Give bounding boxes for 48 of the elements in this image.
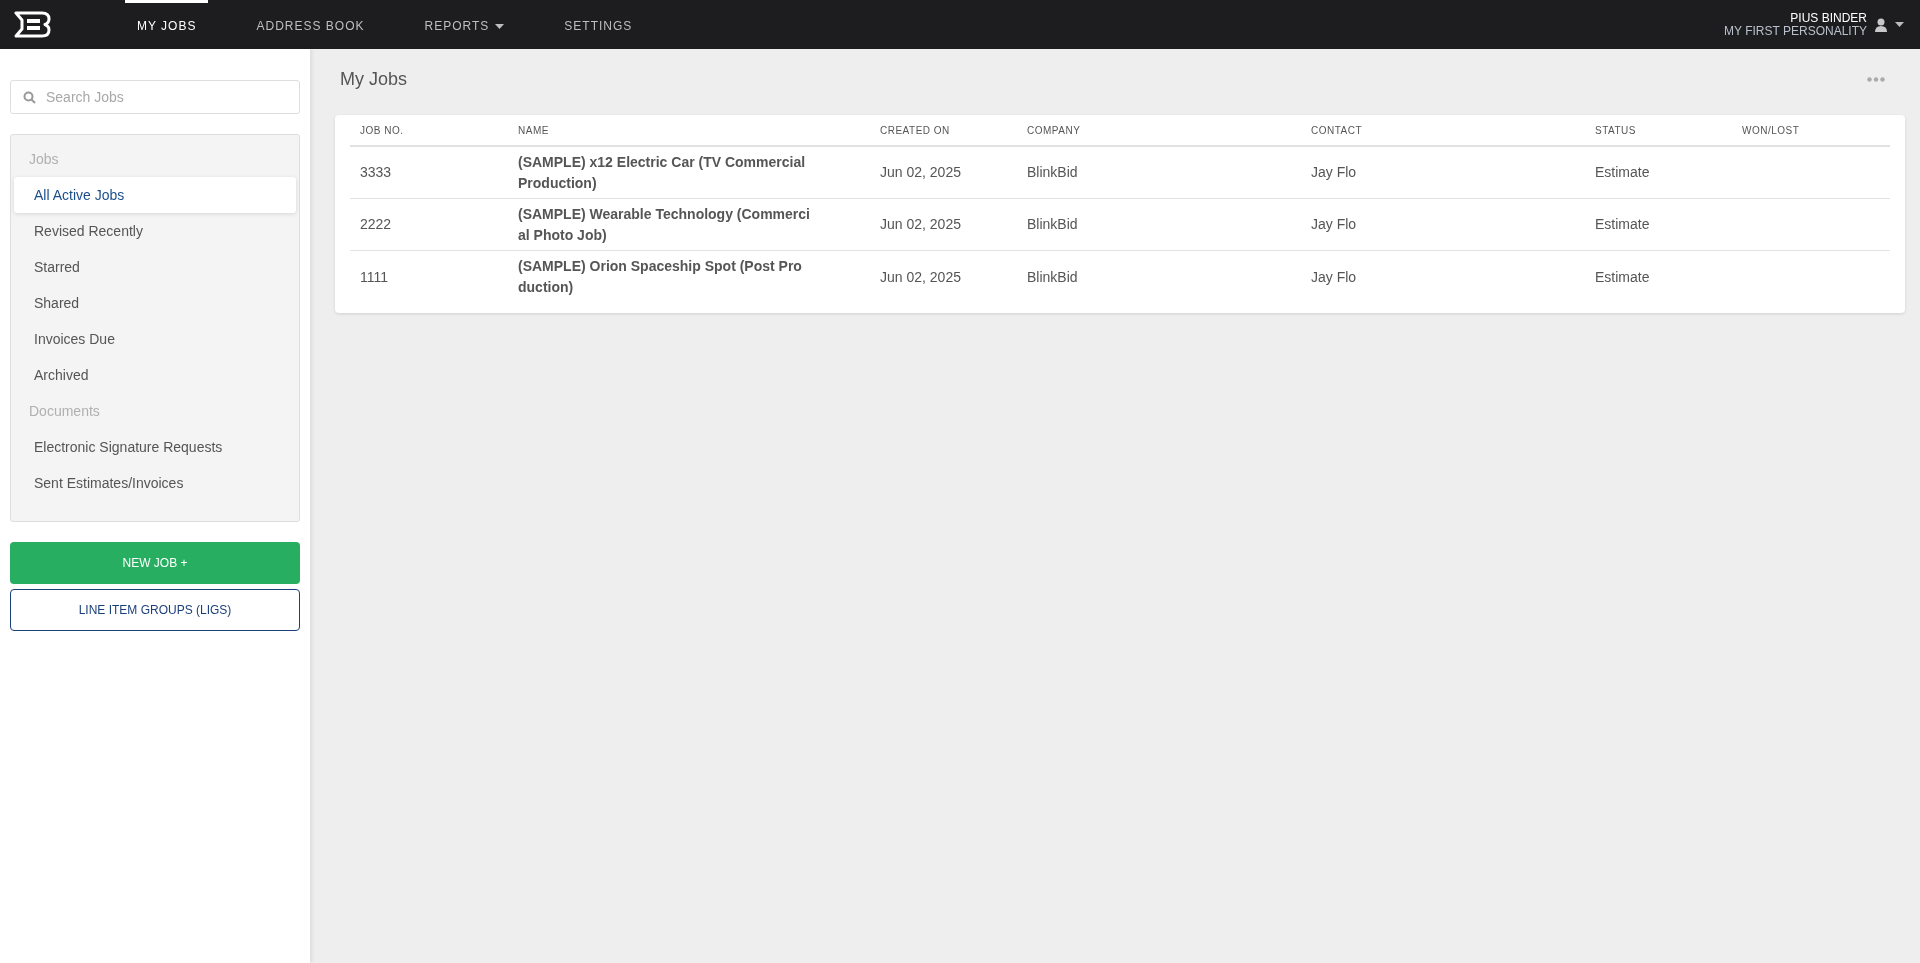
job-name-cell-text: (SAMPLE) Wearable Technology (Commercial Photo Job)	[518, 204, 810, 245]
nav-tab[interactable]: SETTINGS	[552, 0, 645, 49]
caret-icon[interactable]	[1895, 22, 1904, 27]
sidebar-item[interactable]: Starred	[14, 249, 296, 285]
caret-icon	[495, 23, 505, 29]
section-heading: Jobs	[28, 149, 60, 169]
column-header: COMPANY	[1027, 123, 1082, 138]
section-heading: Documents	[28, 401, 101, 421]
sidebar-item[interactable]: Electronic Signature Requests	[14, 429, 296, 465]
table-cell-text: 3333	[359, 163, 393, 182]
sidebar-item[interactable]: Sent Estimates/Invoices	[14, 465, 296, 501]
nav-tab[interactable]: ADDRESS BOOK	[244, 0, 377, 49]
search-field[interactable]: Search Jobs	[10, 80, 300, 114]
user-icon[interactable]	[1875, 17, 1887, 32]
table-cell-text: 2222	[359, 215, 393, 234]
column-header: NAME	[518, 123, 550, 138]
table-cell-text: Jay Flo	[1311, 267, 1358, 287]
sidebar-item[interactable]: Shared	[14, 285, 296, 321]
line-item-groups-button[interactable]: LINE ITEM GROUPS (LIGS)	[10, 589, 300, 631]
column-header: CONTACT	[1311, 123, 1364, 138]
table-cell-text: 1111	[359, 267, 390, 287]
table-cell-text: Jay Flo	[1311, 163, 1358, 182]
job-name-cell-text: (SAMPLE) Orion Spaceship Spot (Post Production)	[518, 257, 803, 297]
column-header: CREATED ON	[880, 123, 951, 138]
table-cell-text: Jun 02, 2025	[880, 215, 962, 234]
table-cell-text: Estimate	[1595, 163, 1651, 182]
table-cell-text: Jay Flo	[1311, 215, 1358, 234]
personality-name: MY FIRST PERSONALITY	[1724, 24, 1867, 38]
page-title: My Jobs	[339, 67, 408, 91]
sidebar-item[interactable]: Invoices Due	[14, 321, 296, 357]
column-header: STATUS	[1595, 123, 1637, 138]
job-name-cell-text: (SAMPLE) x12 Electric Car (TV Commercial Production)	[518, 152, 807, 193]
column-header: WON/LOST	[1742, 123, 1801, 138]
table-cell-text: BlinkBid	[1027, 163, 1079, 182]
table-cell-text: Estimate	[1595, 267, 1651, 287]
search-icon	[23, 91, 36, 104]
table-cell-text: Estimate	[1595, 215, 1651, 234]
logo-icon[interactable]	[14, 11, 51, 38]
table-cell-text: Jun 02, 2025	[880, 163, 962, 182]
column-header: JOB NO.	[359, 123, 405, 138]
table-cell-text: Jun 02, 2025	[880, 267, 962, 287]
nav-tab[interactable]: REPORTS	[412, 0, 517, 49]
sidebar-item[interactable]: Revised Recently	[14, 213, 296, 249]
table-cell-text: BlinkBid	[1027, 267, 1079, 287]
table-cell-text: BlinkBid	[1027, 215, 1079, 234]
user-name: PIUS BINDER	[1790, 11, 1867, 25]
sidebar-item[interactable]: All Active Jobs	[14, 177, 296, 213]
sidebar-item[interactable]: Archived	[14, 357, 296, 393]
